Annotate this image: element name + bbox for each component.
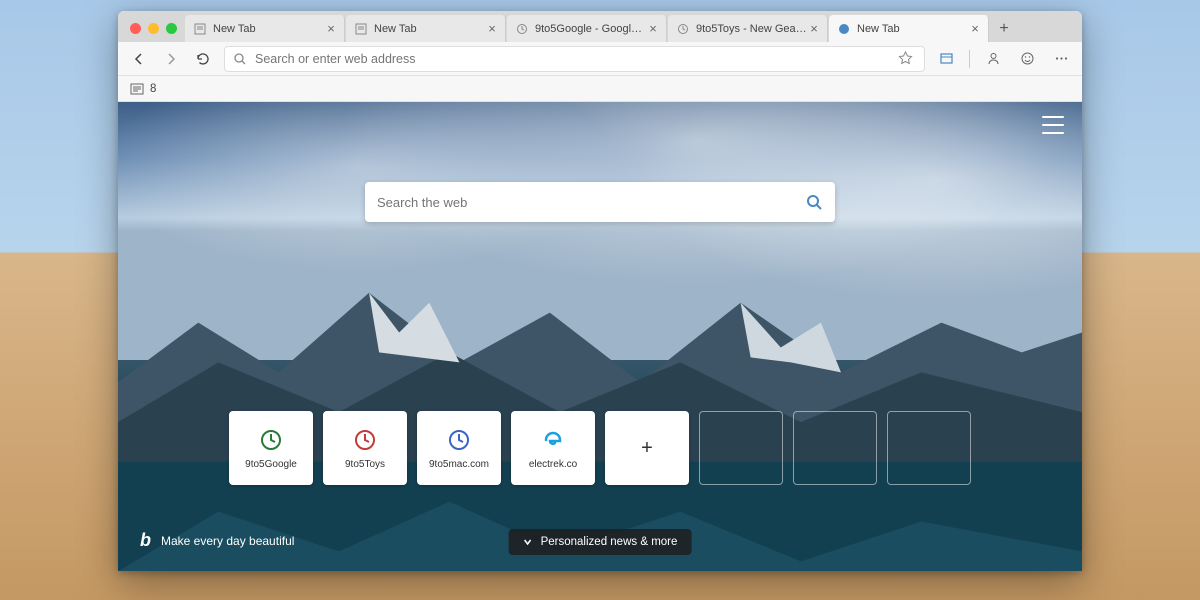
close-tab-icon[interactable]: × [646,22,660,36]
ntp-search-box[interactable] [365,182,835,222]
feedback-smiley-icon[interactable] [1016,48,1038,70]
search-icon [233,52,247,66]
tab-strip: New Tab × New Tab × 9to5Google - Google … [118,11,1082,42]
profile-icon[interactable] [982,48,1004,70]
reading-list-icon[interactable] [130,83,144,95]
toolbar-right [935,48,1072,70]
tab-label: New Tab [374,23,485,35]
bing-attribution: b Make every day beautiful [140,530,294,551]
plus-icon: + [641,437,653,460]
tab-2[interactable]: New Tab × [346,15,506,42]
page-icon [193,22,207,36]
tile-empty-slot[interactable] [793,411,877,485]
reading-list-count: 8 [150,83,156,95]
bing-logo-icon: b [140,530,151,551]
tile-label: electrek.co [529,459,577,470]
tile-label: 9to5Toys [345,459,385,470]
maximize-window-button[interactable] [166,23,177,34]
collections-icon[interactable] [935,48,957,70]
window-controls [126,23,185,42]
quick-links-tiles: 9to5Google 9to5Toys 9to5mac.com electrek… [229,411,971,485]
bookmarks-bar: 8 [118,76,1082,102]
address-bar[interactable] [224,46,925,72]
tile-9to5mac[interactable]: 9to5mac.com [417,411,501,485]
close-window-button[interactable] [130,23,141,34]
tile-electrek[interactable]: electrek.co [511,411,595,485]
tile-9to5google[interactable]: 9to5Google [229,411,313,485]
favorite-star-icon[interactable] [894,48,916,70]
page-icon [354,22,368,36]
tab-1[interactable]: New Tab × [185,15,345,42]
background-mountains [118,243,1082,571]
clock-icon [676,22,690,36]
tab-5-active[interactable]: New Tab × [829,15,989,42]
tab-label: 9to5Toys - New Gear, rev… [696,23,807,35]
browser-window: New Tab × New Tab × 9to5Google - Google … [118,11,1082,571]
clock-icon [352,427,378,453]
bing-tagline: Make every day beautiful [161,534,294,548]
page-settings-button[interactable] [1042,116,1064,134]
tab-label: New Tab [857,23,968,35]
clock-icon [446,427,472,453]
news-button-label: Personalized news & more [541,536,678,548]
chevron-down-icon [523,537,533,547]
edge-e-icon [540,427,566,453]
tile-9to5toys[interactable]: 9to5Toys [323,411,407,485]
search-icon[interactable] [805,193,823,211]
address-input[interactable] [255,52,886,66]
tile-empty-slot[interactable] [699,411,783,485]
tab-label: New Tab [213,23,324,35]
personalized-news-button[interactable]: Personalized news & more [509,529,692,555]
tile-label: 9to5mac.com [429,459,489,470]
tile-label: 9to5Google [245,459,297,470]
back-button[interactable] [128,48,150,70]
tile-empty-slot[interactable] [887,411,971,485]
close-tab-icon[interactable]: × [807,22,821,36]
ntp-search-input[interactable] [377,195,805,210]
tab-3[interactable]: 9to5Google - Google ne… × [507,15,667,42]
edge-icon [837,22,851,36]
minimize-window-button[interactable] [148,23,159,34]
clock-icon [258,427,284,453]
separator [969,50,970,68]
toolbar [118,42,1082,76]
new-tab-page: 9to5Google 9to5Toys 9to5mac.com electrek… [118,102,1082,571]
tab-label: 9to5Google - Google ne… [535,23,646,35]
close-tab-icon[interactable]: × [485,22,499,36]
forward-button[interactable] [160,48,182,70]
clock-icon [515,22,529,36]
more-menu-icon[interactable] [1050,48,1072,70]
tile-add-button[interactable]: + [605,411,689,485]
close-tab-icon[interactable]: × [324,22,338,36]
new-tab-button[interactable]: + [990,15,1018,42]
close-tab-icon[interactable]: × [968,22,982,36]
tab-4[interactable]: 9to5Toys - New Gear, rev… × [668,15,828,42]
refresh-button[interactable] [192,48,214,70]
